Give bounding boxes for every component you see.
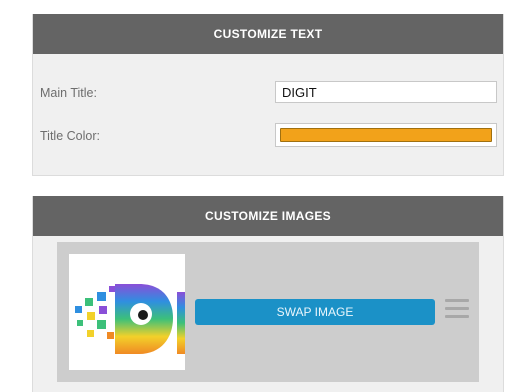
image-item: SWAP IMAGE bbox=[57, 242, 479, 382]
swap-image-button[interactable]: SWAP IMAGE bbox=[195, 299, 435, 325]
title-color-swatch bbox=[280, 128, 492, 142]
main-title-input[interactable] bbox=[275, 81, 497, 103]
title-color-row: Title Color: bbox=[33, 123, 503, 151]
customize-images-header: CUSTOMIZE IMAGES bbox=[33, 196, 503, 236]
digit-logo-image bbox=[75, 284, 185, 354]
main-title-label: Main Title: bbox=[40, 86, 97, 100]
customize-text-header: CUSTOMIZE TEXT bbox=[33, 14, 503, 54]
title-color-label: Title Color: bbox=[40, 129, 100, 143]
drag-handle-icon[interactable] bbox=[445, 299, 469, 325]
main-title-row: Main Title: bbox=[33, 80, 503, 108]
image-thumbnail bbox=[69, 254, 185, 370]
customize-text-panel: CUSTOMIZE TEXT Main Title: Title Color: bbox=[32, 14, 504, 176]
title-color-picker[interactable] bbox=[275, 123, 497, 147]
customize-images-panel: CUSTOMIZE IMAGES SWAP IMAGE bbox=[32, 196, 504, 392]
